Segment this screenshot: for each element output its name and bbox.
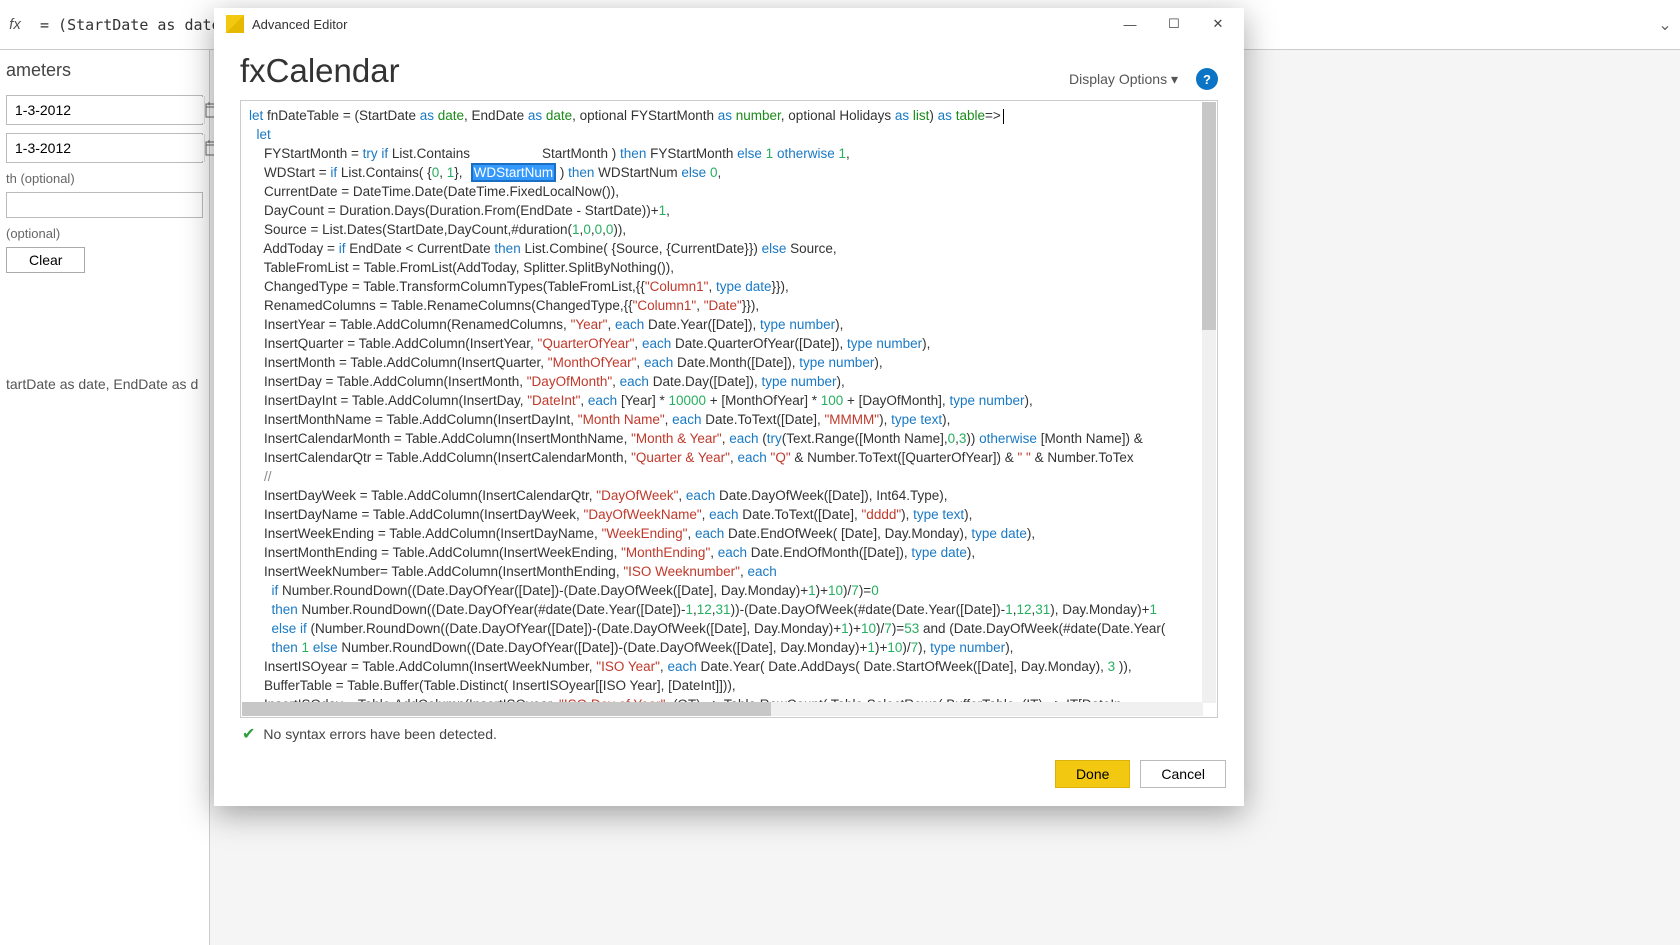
selected-text[interactable]: WDStartNum — [471, 163, 557, 182]
minimize-button[interactable]: — — [1108, 9, 1152, 39]
horizontal-scrollbar-track[interactable] — [242, 702, 1203, 716]
code-text[interactable]: let fnDateTable = (StartDate as date, En… — [241, 101, 1217, 717]
end-date-field[interactable] — [6, 133, 203, 163]
end-date-input[interactable] — [7, 135, 204, 161]
start-date-input[interactable] — [7, 97, 204, 123]
close-button[interactable]: ✕ — [1196, 9, 1240, 39]
cancel-button[interactable]: Cancel — [1140, 760, 1226, 788]
app-logo-icon — [226, 15, 244, 33]
help-icon[interactable]: ? — [1196, 68, 1218, 90]
formula-expand-icon[interactable]: ⌄ — [1650, 15, 1680, 35]
optional-month-label: th (optional) — [6, 171, 203, 186]
optional-label: (optional) — [6, 226, 203, 241]
dialog-buttons: Done Cancel — [214, 754, 1244, 806]
parameters-panel: ameters th (optional) (optional) Clear — [0, 50, 210, 945]
syntax-status: ✔ No syntax errors have been detected. — [240, 718, 1218, 754]
advanced-editor-dialog: Advanced Editor — ☐ ✕ fxCalendar Display… — [214, 8, 1244, 806]
text-cursor — [1003, 109, 1004, 124]
display-options-dropdown[interactable]: Display Options ▾ — [1069, 71, 1178, 88]
check-icon: ✔ — [242, 724, 255, 744]
start-date-field[interactable] — [6, 95, 203, 125]
title-bar: Advanced Editor — ☐ ✕ — [214, 8, 1244, 40]
horizontal-scrollbar-thumb[interactable] — [242, 702, 771, 716]
panel-title: ameters — [6, 60, 203, 81]
code-editor[interactable]: let fnDateTable = (StartDate as date, En… — [240, 100, 1218, 718]
window-title: Advanced Editor — [252, 17, 1108, 32]
query-name: fxCalendar — [240, 52, 400, 90]
done-button[interactable]: Done — [1055, 760, 1130, 788]
fx-label: fx — [0, 16, 30, 33]
clear-button[interactable]: Clear — [6, 247, 85, 273]
status-text: No syntax errors have been detected. — [263, 726, 496, 742]
optional-month-input[interactable] — [6, 192, 203, 218]
vertical-scrollbar-thumb[interactable] — [1202, 102, 1216, 330]
vertical-scrollbar-track[interactable] — [1202, 102, 1216, 703]
maximize-button[interactable]: ☐ — [1152, 9, 1196, 39]
formula-hint: tartDate as date, EndDate as d — [0, 370, 210, 398]
